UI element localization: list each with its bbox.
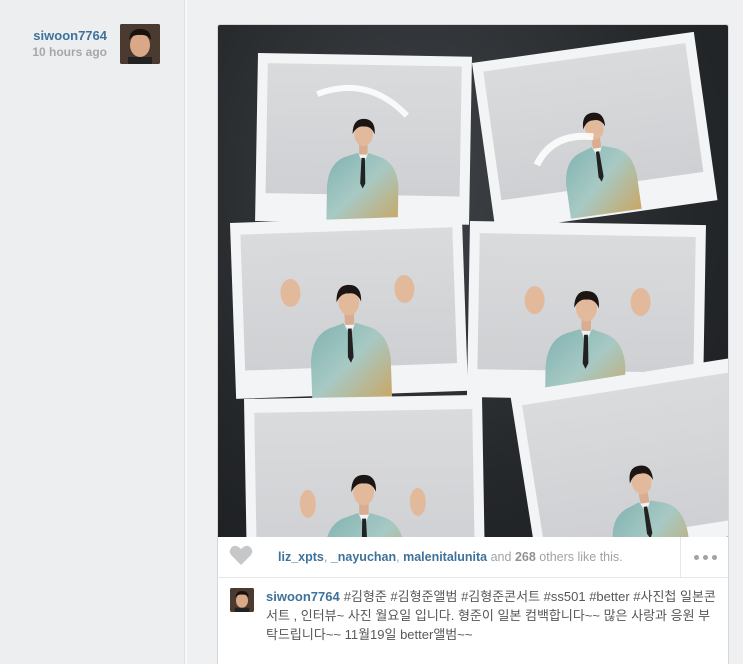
likes-separator: , (323, 550, 331, 564)
likes-suffix: others like this. (535, 550, 623, 564)
post-photo[interactable] (218, 25, 728, 537)
post-author-name[interactable]: siwoon7764 (0, 28, 107, 43)
like-button[interactable] (228, 545, 254, 569)
ellipsis-icon (703, 555, 708, 560)
likes-summary: liz_xpts, _nayuchan, malenitalunita and … (278, 550, 623, 564)
caption-username[interactable]: siwoon7764 (266, 589, 340, 604)
left-meta-column: siwoon7764 10 hours ago (0, 0, 187, 664)
caption-text: siwoon7764 #김형준 #김형준앨범 #김형준콘서트 #ss501 #be… (266, 587, 718, 644)
liker-link[interactable]: liz_xpts (278, 550, 324, 564)
post-caption: siwoon7764 #김형준 #김형준앨범 #김형준콘서트 #ss501 #be… (218, 578, 728, 664)
liker-link[interactable]: malenitalunita (403, 550, 487, 564)
author-avatar[interactable] (120, 24, 160, 64)
likes-count[interactable]: 268 (515, 550, 536, 564)
caption-avatar[interactable] (230, 588, 254, 612)
ellipsis-icon (694, 555, 699, 560)
more-options-button[interactable] (680, 537, 728, 578)
likes-and: and (487, 550, 515, 564)
liker-link[interactable]: _nayuchan (331, 550, 396, 564)
post-card: liz_xpts, _nayuchan, malenitalunita and … (217, 24, 729, 664)
post-timestamp[interactable]: 10 hours ago (0, 45, 107, 59)
ellipsis-icon (712, 555, 717, 560)
post-actions-bar: liz_xpts, _nayuchan, malenitalunita and … (218, 537, 728, 578)
heart-icon (229, 544, 253, 571)
